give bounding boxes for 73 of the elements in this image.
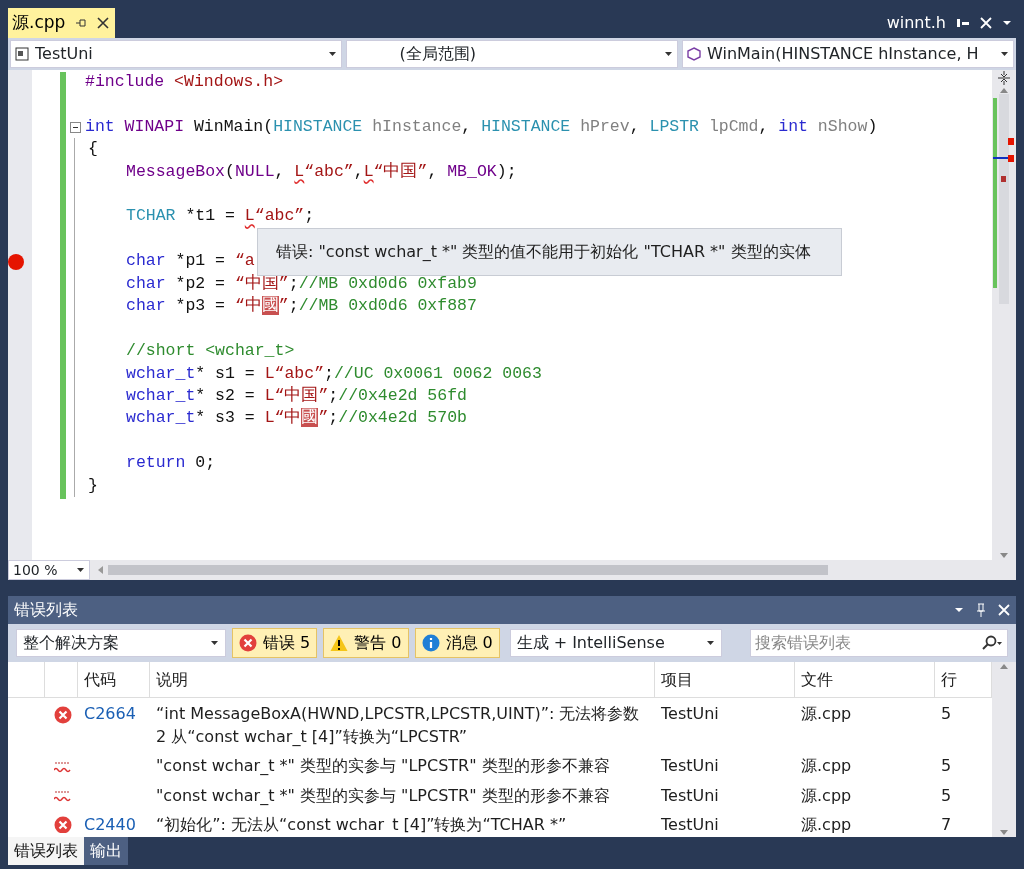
cube-icon — [687, 47, 701, 61]
collapse-icon[interactable] — [70, 121, 81, 133]
filter-toggle[interactable]: 消息 0 — [414, 628, 500, 658]
zoom-dropdown[interactable]: 100 % — [8, 560, 90, 580]
caret-icon — [1000, 50, 1009, 58]
table-cell-text: 源.cpp — [800, 703, 853, 725]
error-description: "const wchar_t *" 类型的实参与 "LPCSTR" 类型的形参不兼容 — [155, 755, 611, 778]
table-cell-text: 源.cpp — [800, 755, 853, 778]
caret-icon — [705, 639, 715, 647]
project-dropdown[interactable]: TestUni — [10, 40, 342, 68]
caret-icon — [664, 50, 673, 58]
scrollbar-thumb[interactable] — [108, 565, 828, 575]
table-cell-text: 5 — [940, 755, 953, 778]
code-line: char *p3 = “中國”;//MB 0xd0d6 0xf887 — [126, 295, 477, 318]
project-icon — [15, 47, 29, 61]
panel-tab[interactable]: 输出 — [84, 837, 128, 865]
panel-tab[interactable]: 错误列表 — [8, 837, 84, 865]
table-cell-text: TestUni — [660, 784, 720, 807]
caret-icon — [328, 50, 337, 58]
table-cell-text: TestUni — [660, 813, 720, 833]
dropdown-icon[interactable] — [954, 606, 964, 614]
table-cell-text: 5 — [940, 784, 953, 807]
code-line: { — [88, 138, 98, 161]
panel-title-text: 错误列表 — [14, 599, 78, 621]
error-icon — [53, 816, 72, 833]
pin-icon[interactable] — [976, 603, 986, 617]
code-line: int WINAPI WinMain(HINSTANCE hInstance, HINSTANCE hPrev, LPSTR lpCmd, int nShow) — [85, 115, 878, 138]
code-line: MessageBox(NULL, L“abc”,L“中国”, MB_OK); — [126, 160, 517, 183]
pin-icon[interactable] — [75, 17, 88, 29]
filter-toggle[interactable]: 错误 5 — [232, 628, 318, 658]
filter-toggle[interactable]: 警告 0 — [323, 628, 409, 658]
table-cell-text: TestUni — [660, 755, 720, 778]
error-description: “int MessageBoxA(HWND,LPCSTR,LPCSTR,UINT)”: 无法将参数 2 从“const wchar_t [4]”转换为“LPCSTR” — [155, 703, 641, 749]
promote-icon[interactable] — [956, 17, 970, 29]
scope-dropdown[interactable]: 整个解决方案 — [16, 629, 226, 657]
scroll-down-icon[interactable] — [999, 829, 1009, 837]
error-description: "const wchar_t *" 类型的实参与 "LPCSTR" 类型的形参不兼容 — [155, 784, 611, 807]
code-line: wchar_t* s2 = L“中国”;//0x4e2d 56fd — [126, 384, 467, 407]
error-code-link[interactable]: C2440 — [78, 808, 150, 833]
code-line: #include <Windows.h> — [85, 70, 284, 93]
code-line: wchar_t* s3 = L“中國”;//0x4e2d 570b — [126, 407, 467, 430]
column-header[interactable]: 项目 — [655, 662, 795, 698]
info-icon — [421, 634, 440, 652]
table-cell-text: 源.cpp — [800, 784, 853, 807]
error-icon — [239, 634, 257, 652]
warning-icon — [330, 634, 349, 652]
split-icon[interactable] — [997, 70, 1011, 86]
source-dropdown[interactable]: 生成 + IntelliSense — [509, 629, 722, 657]
error-description: “初始化”: 无法从“const wchar_t [4]”转换为“TCHAR *” — [155, 813, 568, 833]
table-cell-text: TestUni — [660, 703, 720, 725]
document-tab[interactable]: 源.cpp — [8, 8, 116, 38]
column-header[interactable]: 文件 — [795, 662, 935, 698]
caret-icon — [76, 566, 85, 574]
table-cell-text: 源.cpp — [800, 813, 853, 833]
code-line: char *p1 = “a — [126, 250, 255, 273]
column-header[interactable]: 代码 — [78, 662, 150, 698]
member-dropdown[interactable]: WinMain(HINSTANCE hInstance, H — [682, 40, 1014, 68]
code-line: TCHAR *t1 = L“abc”; — [126, 205, 315, 228]
table-cell-text: 7 — [940, 813, 953, 833]
caret-icon — [210, 639, 219, 647]
code-line: wchar_t* s1 = L“abc”;//UC 0x0061 0062 0063 — [126, 362, 542, 385]
error-tooltip: 错误: "const wchar_t *" 类型的值不能用于初始化 "TCHAR *" 类型的实体 — [257, 228, 842, 276]
close-icon[interactable] — [97, 17, 110, 29]
code-line: //short <wchar_t> — [126, 340, 295, 363]
code-line: return 0; — [126, 452, 216, 475]
error-code-link[interactable]: C2664 — [78, 698, 150, 751]
error-icon — [53, 705, 72, 724]
dropdown-icon[interactable] — [1002, 19, 1012, 27]
preview-tab-label[interactable]: winnt.h — [886, 11, 946, 35]
column-header[interactable]: 说明 — [150, 662, 655, 698]
scope-dropdown[interactable]: (全局范围) — [346, 40, 678, 68]
table-cell-text: 5 — [940, 703, 953, 725]
code-line: } — [88, 474, 98, 497]
